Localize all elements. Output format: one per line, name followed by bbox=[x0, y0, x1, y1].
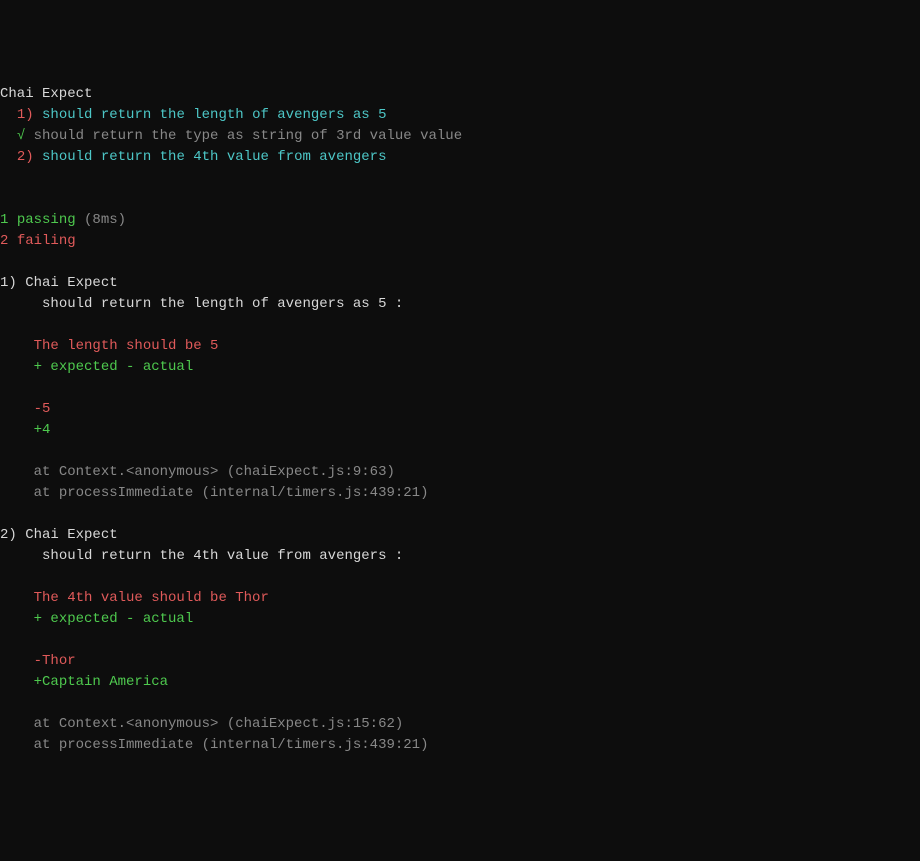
stack-line: at Context.<anonymous> (chaiExpect.js:15… bbox=[34, 716, 404, 732]
failure-num: 1) bbox=[0, 275, 17, 291]
failure-message: The length should be 5 bbox=[34, 338, 219, 354]
diff-header: + expected - actual bbox=[34, 359, 194, 375]
stack-line: at processImmediate (internal/timers.js:… bbox=[34, 485, 429, 501]
test-desc: should return the length of avengers as … bbox=[42, 107, 386, 123]
stack-line: at Context.<anonymous> (chaiExpect.js:9:… bbox=[34, 464, 395, 480]
test-desc: should return the type as string of 3rd … bbox=[34, 128, 462, 144]
terminal-output: Chai Expect 1) should return the length … bbox=[0, 84, 920, 756]
test-desc: should return the 4th value from avenger… bbox=[42, 149, 386, 165]
passing-word: passing bbox=[17, 212, 76, 228]
stack-line: at processImmediate (internal/timers.js:… bbox=[34, 737, 429, 753]
fail-marker: 2) bbox=[17, 149, 34, 165]
diff-actual: -Thor bbox=[34, 653, 76, 669]
pass-marker: √ bbox=[17, 128, 25, 144]
passing-time: (8ms) bbox=[84, 212, 126, 228]
passing-count: 1 bbox=[0, 212, 8, 228]
suite-name: Chai Expect bbox=[0, 86, 92, 102]
failure-test: should return the 4th value from avenger… bbox=[42, 548, 403, 564]
failure-message: The 4th value should be Thor bbox=[34, 590, 269, 606]
failure-test: should return the length of avengers as … bbox=[42, 296, 403, 312]
failure-suite: Chai Expect bbox=[25, 527, 117, 543]
fail-marker: 1) bbox=[17, 107, 34, 123]
diff-actual: -5 bbox=[34, 401, 51, 417]
diff-expected: +Captain America bbox=[34, 674, 168, 690]
failing-count: 2 bbox=[0, 233, 8, 249]
diff-header: + expected - actual bbox=[34, 611, 194, 627]
failure-num: 2) bbox=[0, 527, 17, 543]
failure-suite: Chai Expect bbox=[25, 275, 117, 291]
failing-word: failing bbox=[17, 233, 76, 249]
diff-expected: +4 bbox=[34, 422, 51, 438]
